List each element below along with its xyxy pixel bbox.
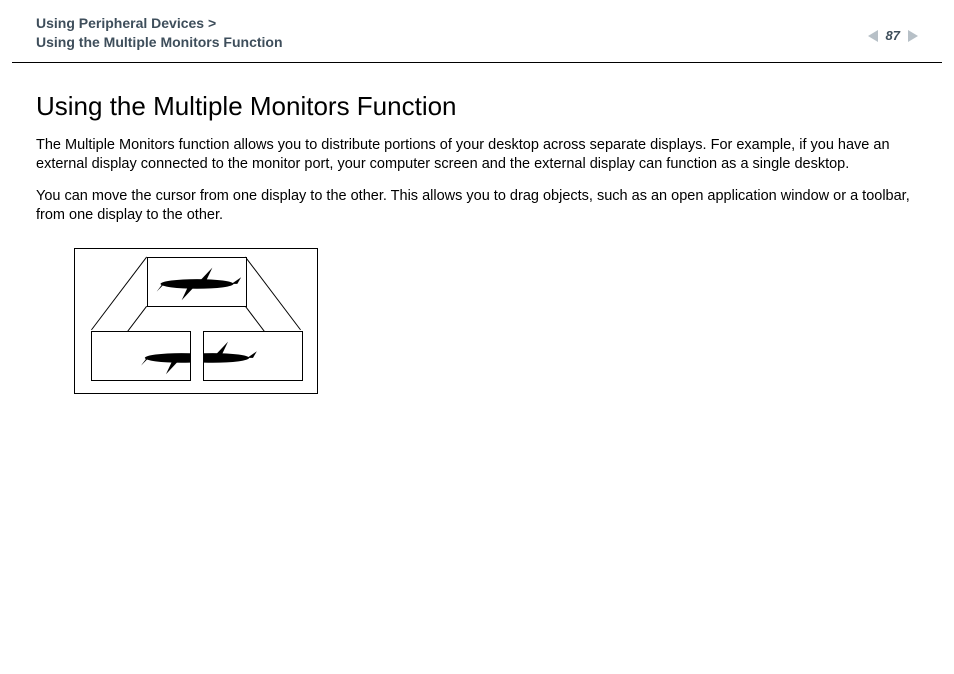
next-page-arrow-icon[interactable] bbox=[908, 30, 918, 42]
diagram-source-screen bbox=[147, 257, 247, 307]
page-title: Using the Multiple Monitors Function bbox=[36, 91, 918, 122]
airplane-right-half-icon bbox=[204, 332, 302, 380]
page-content: Using the Multiple Monitors Function The… bbox=[0, 63, 954, 394]
prev-page-arrow-icon[interactable] bbox=[868, 30, 878, 42]
airplane-left-half-icon bbox=[92, 332, 190, 380]
airplane-full-icon bbox=[148, 258, 246, 306]
page-nav: 87 bbox=[868, 28, 918, 43]
diagram-left-screen bbox=[91, 331, 191, 381]
document-page: Using Peripheral Devices Using the Multi… bbox=[0, 0, 954, 674]
page-number: 87 bbox=[884, 28, 902, 43]
breadcrumb: Using Peripheral Devices Using the Multi… bbox=[36, 14, 283, 52]
breadcrumb-page: Using the Multiple Monitors Function bbox=[36, 33, 283, 52]
paragraph-1: The Multiple Monitors function allows yo… bbox=[36, 136, 918, 175]
diagram-right-screen bbox=[203, 331, 303, 381]
paragraph-2: You can move the cursor from one display… bbox=[36, 187, 918, 226]
multi-monitor-diagram bbox=[74, 248, 318, 394]
breadcrumb-section: Using Peripheral Devices bbox=[36, 14, 283, 33]
page-header: Using Peripheral Devices Using the Multi… bbox=[0, 0, 954, 62]
